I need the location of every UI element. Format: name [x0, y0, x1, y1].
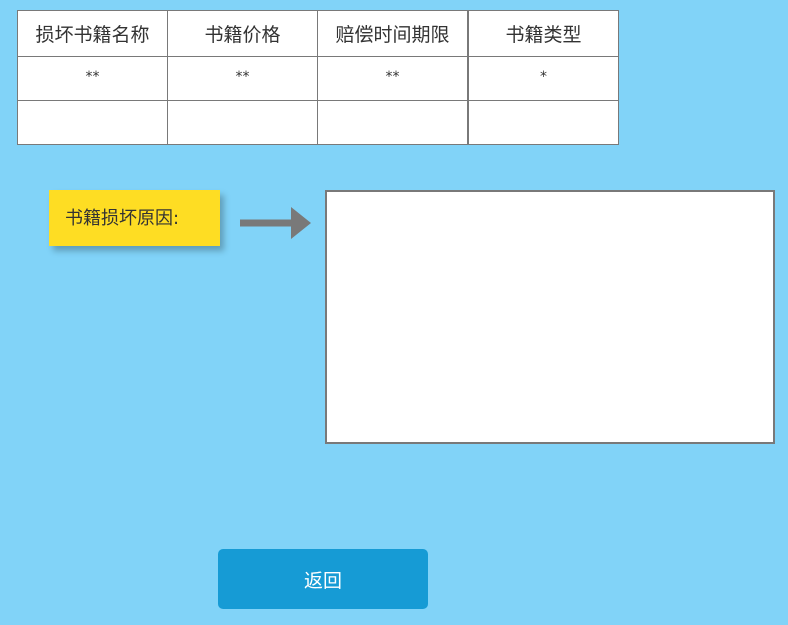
arrow-right-icon: [240, 207, 311, 239]
cell-book-type: *: [540, 69, 547, 85]
table-cell: [17, 100, 168, 145]
back-button[interactable]: 返回: [218, 549, 428, 609]
header-compensation-deadline: 赔偿时间期限: [317, 10, 469, 57]
damage-reason-label: 书籍损坏原因:: [49, 190, 220, 246]
header-book-type: 书籍类型: [467, 10, 619, 57]
cell-book-type: [469, 101, 618, 113]
cell-compensation-deadline: [318, 101, 467, 113]
table-header-row: 损坏书籍名称 书籍价格 赔偿时间期限 书籍类型: [17, 10, 619, 57]
table-cell: [167, 100, 318, 145]
damage-info-table: 损坏书籍名称 书籍价格 赔偿时间期限 书籍类型 ** ** ** *: [17, 10, 619, 145]
cell-book-price: [168, 101, 317, 113]
cell-book-name: [18, 101, 167, 113]
table-cell: **: [317, 56, 469, 101]
table-cell: **: [167, 56, 318, 101]
table-row: ** ** ** *: [17, 56, 619, 101]
table-cell: [317, 100, 469, 145]
table-cell: *: [467, 56, 619, 101]
table-row: [17, 100, 619, 145]
cell-book-name: **: [85, 69, 100, 85]
table-cell: **: [17, 56, 168, 101]
damage-reason-textarea[interactable]: [325, 190, 775, 444]
header-book-name: 损坏书籍名称: [17, 10, 168, 57]
cell-book-price: **: [235, 69, 250, 85]
cell-compensation-deadline: **: [385, 69, 400, 85]
damage-info-table-container: 损坏书籍名称 书籍价格 赔偿时间期限 书籍类型 ** ** ** *: [17, 10, 619, 145]
table-cell: [467, 100, 619, 145]
header-book-price: 书籍价格: [167, 10, 318, 57]
